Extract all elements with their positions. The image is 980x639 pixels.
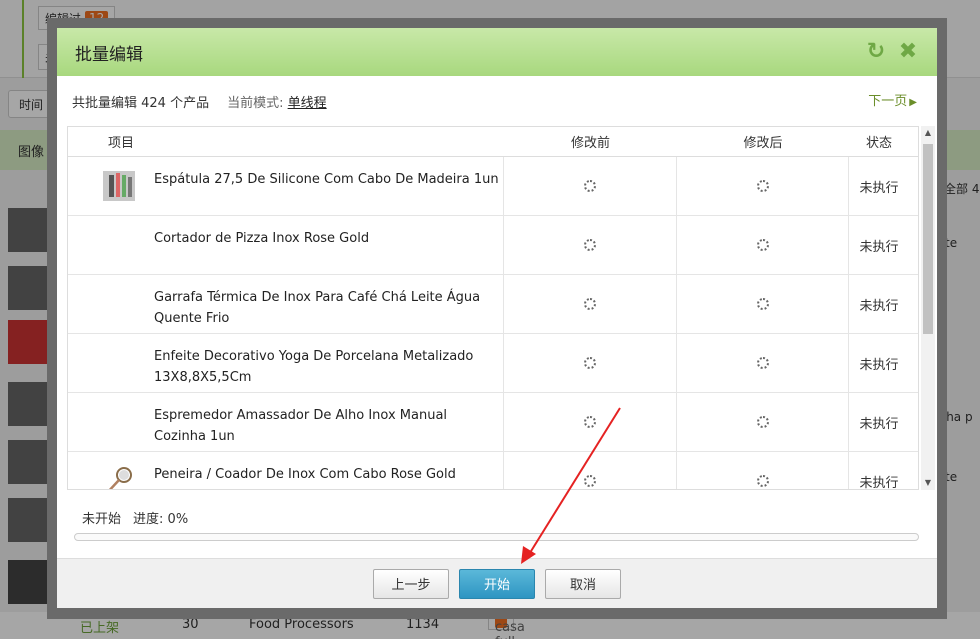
column-status: 状态	[865, 136, 892, 151]
status-cell: 未执行	[859, 416, 899, 432]
column-after: 修改后	[743, 136, 783, 151]
product-name: Enfeite Decorativo Yoga De Porcelana Met…	[154, 349, 474, 385]
empty-thumbnail	[103, 289, 135, 319]
table-scrollbar[interactable]: ▲ ▼	[921, 126, 935, 490]
product-name: Espremedor Amassador De Alho Inox Manual…	[154, 408, 448, 444]
table-row: Espátula 27,5 De Silicone Com Cabo De Ma…	[68, 157, 918, 216]
before-cell	[504, 452, 677, 489]
item-cell: Enfeite Decorativo Yoga De Porcelana Met…	[68, 334, 504, 392]
next-page-link[interactable]: 下一页 ▶	[868, 90, 917, 109]
table-row: Cortador de Pizza Inox Rose Gold 未执行	[68, 216, 918, 275]
empty-thumbnail	[103, 407, 135, 437]
loading-spinner-icon	[584, 416, 596, 428]
mode-link[interactable]: 单线程	[288, 96, 327, 111]
progress-status: 未开始	[82, 512, 122, 527]
product-name: Garrafa Térmica De Inox Para Café Chá Le…	[154, 290, 481, 326]
start-button[interactable]: 开始	[459, 568, 535, 599]
loading-spinner-icon	[756, 239, 769, 251]
table-row: Garrafa Térmica De Inox Para Café Chá Le…	[68, 275, 918, 334]
dialog-footer: 上一步 开始 取消	[57, 558, 937, 608]
after-cell	[677, 393, 849, 451]
column-before: 修改前	[570, 136, 610, 151]
item-cell: Peneira / Coador De Inox Com Cabo Rose G…	[68, 452, 504, 489]
edit-table-header: 项目 修改前 修改后 状态	[68, 127, 918, 157]
empty-thumbnail	[103, 348, 135, 378]
product-name: Cortador de Pizza Inox Rose Gold	[154, 231, 370, 246]
loading-spinner-icon	[756, 298, 769, 310]
loading-spinner-icon	[756, 416, 769, 428]
mode-label: 当前模式:	[227, 96, 284, 111]
table-row: Espremedor Amassador De Alho Inox Manual…	[68, 393, 918, 452]
chevron-right-icon: ▶	[909, 97, 917, 108]
refresh-icon[interactable]: ↻	[865, 41, 887, 63]
strainer-thumbnail-icon	[108, 467, 132, 489]
before-cell	[504, 334, 677, 392]
status-cell: 未执行	[859, 298, 899, 314]
status-cell: 未执行	[859, 475, 899, 490]
before-cell	[504, 275, 677, 333]
product-name: Peneira / Coador De Inox Com Cabo Rose G…	[154, 467, 456, 482]
progress-value: 0%	[167, 512, 189, 527]
scroll-down-arrow-icon[interactable]: ▼	[921, 476, 935, 490]
column-item: 项目	[108, 136, 135, 151]
header-actions: ↻ ✖	[865, 41, 919, 63]
batch-summary: 共批量编辑 424 个产品	[72, 96, 210, 111]
empty-thumbnail	[103, 230, 135, 260]
status-cell: 未执行	[859, 239, 899, 255]
loading-spinner-icon	[756, 475, 769, 487]
after-cell	[677, 275, 849, 333]
product-name: Espátula 27,5 De Silicone Com Cabo De Ma…	[154, 172, 499, 187]
progress-bar	[74, 533, 919, 541]
progress-info: 未开始 进度: 0%	[82, 508, 188, 527]
status-cell: 未执行	[859, 357, 899, 373]
item-cell: Garrafa Térmica De Inox Para Café Chá Le…	[68, 275, 504, 333]
loading-spinner-icon	[756, 180, 769, 192]
progress-label: 进度:	[133, 512, 164, 527]
batch-edit-dialog: 批量编辑 ↻ ✖ 共批量编辑 424 个产品 当前模式: 单线程 下一页 ▶ 项目…	[57, 28, 937, 608]
before-cell	[504, 157, 677, 215]
spatula-thumbnail-icon	[103, 171, 135, 201]
loading-spinner-icon	[584, 357, 596, 369]
scroll-thumb[interactable]	[923, 144, 933, 334]
previous-step-button[interactable]: 上一步	[373, 568, 449, 599]
next-page-label: 下一页	[868, 94, 908, 109]
table-row: Enfeite Decorativo Yoga De Porcelana Met…	[68, 334, 918, 393]
after-cell	[677, 334, 849, 392]
loading-spinner-icon	[584, 180, 596, 192]
after-cell	[677, 452, 849, 489]
loading-spinner-icon	[584, 239, 596, 251]
batch-info: 共批量编辑 424 个产品 当前模式: 单线程	[72, 92, 327, 111]
scroll-up-arrow-icon[interactable]: ▲	[921, 126, 935, 140]
loading-spinner-icon	[756, 357, 769, 369]
table-row: Peneira / Coador De Inox Com Cabo Rose G…	[68, 452, 918, 490]
item-cell: Espátula 27,5 De Silicone Com Cabo De Ma…	[68, 157, 504, 215]
before-cell	[504, 393, 677, 451]
after-cell	[677, 157, 849, 215]
dialog-title: 批量编辑	[75, 44, 143, 65]
after-cell	[677, 216, 849, 274]
close-icon[interactable]: ✖	[897, 41, 919, 63]
loading-spinner-icon	[584, 475, 596, 487]
item-cell: Espremedor Amassador De Alho Inox Manual…	[68, 393, 504, 451]
dialog-header: 批量编辑 ↻ ✖	[57, 28, 937, 76]
status-cell: 未执行	[859, 180, 899, 196]
loading-spinner-icon	[584, 298, 596, 310]
edit-table: 项目 修改前 修改后 状态 Espátula 27,5 De Silicone …	[67, 126, 919, 490]
item-cell: Cortador de Pizza Inox Rose Gold	[68, 216, 504, 274]
before-cell	[504, 216, 677, 274]
cancel-button[interactable]: 取消	[545, 568, 621, 599]
